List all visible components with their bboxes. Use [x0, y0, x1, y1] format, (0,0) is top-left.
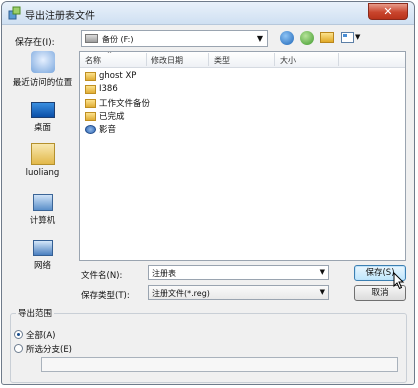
- place-label: 桌面: [33, 123, 51, 133]
- place-label: 最近访问的位置: [12, 78, 73, 88]
- place-label: luoliang: [25, 168, 60, 178]
- recent-places-icon: [30, 51, 55, 73]
- media-folder-icon: [85, 124, 96, 134]
- save-in-label: 保存在(I):: [15, 38, 55, 48]
- list-item[interactable]: 影音: [85, 123, 116, 135]
- filetype-select[interactable]: 注册文件(*.reg) ▼: [148, 285, 329, 300]
- chevron-down-icon[interactable]: ▼: [320, 268, 325, 276]
- export-range-title: 导出范围: [16, 307, 55, 319]
- item-name: 影音: [99, 125, 117, 135]
- location-value: 备份 (F:): [102, 35, 134, 44]
- sort-caret-icon: ^: [107, 51, 113, 58]
- chevron-down-icon: ▼: [256, 34, 263, 43]
- column-divider[interactable]: [146, 53, 147, 66]
- column-type[interactable]: 类型: [214, 55, 230, 66]
- column-divider[interactable]: [274, 53, 275, 66]
- list-item[interactable]: 已完成: [85, 110, 125, 122]
- filetype-value: 注册文件(*.reg): [152, 289, 210, 298]
- radio-all-label[interactable]: 全部(A): [26, 329, 55, 341]
- places-bar: 最近访问的位置 桌面 luoliang 计算机 网络: [11, 51, 74, 276]
- filename-value: 注册表: [152, 269, 176, 278]
- chevron-down-icon[interactable]: ▼: [355, 33, 360, 41]
- column-header: 名称 ^ 修改日期 类型 大小: [80, 52, 405, 68]
- computer-icon: [32, 194, 53, 211]
- desktop-icon: [30, 102, 55, 118]
- filename-input[interactable]: 注册表 ▼: [148, 265, 329, 280]
- location-dropdown[interactable]: 备份 (F:) ▼: [81, 30, 268, 47]
- item-name: I386: [99, 84, 118, 94]
- place-user[interactable]: luoliang: [11, 143, 74, 178]
- filename-label: 文件名(N):: [81, 271, 123, 281]
- column-size[interactable]: 大小: [280, 55, 296, 66]
- close-icon: ✕: [383, 5, 393, 18]
- column-divider[interactable]: [208, 53, 209, 66]
- mouse-pointer-icon: [393, 272, 405, 290]
- place-label: 网络: [33, 261, 51, 271]
- back-arrow-icon[interactable]: [280, 31, 294, 45]
- radio-selected-branch-label[interactable]: 所选分支(E): [26, 343, 72, 355]
- title-bar: 导出注册表文件 ✕: [2, 2, 414, 25]
- save-dialog: 导出注册表文件 ✕ 保存在(I): 备份 (F:) ▼ ▼ 最近访问的位置 桌面…: [1, 1, 415, 385]
- file-list[interactable]: 名称 ^ 修改日期 类型 大小 ghost XP I386 工作文件备份 已完成…: [79, 51, 406, 261]
- radio-selected-branch[interactable]: [14, 344, 23, 353]
- radio-all[interactable]: [14, 330, 23, 339]
- network-icon: [32, 240, 53, 256]
- list-item[interactable]: 工作文件备份: [85, 97, 150, 109]
- window-title: 导出注册表文件: [25, 11, 95, 22]
- item-name: 工作文件备份: [99, 99, 151, 109]
- place-network[interactable]: 网络: [11, 236, 74, 271]
- registry-icon: [8, 6, 21, 20]
- column-divider[interactable]: [338, 53, 339, 66]
- folder-icon: [85, 71, 96, 81]
- list-item[interactable]: ghost XP: [85, 71, 136, 83]
- user-folder-icon: [30, 143, 55, 165]
- view-menu-icon[interactable]: [341, 32, 354, 43]
- folder-icon: [85, 111, 96, 121]
- new-folder-icon[interactable]: [320, 32, 334, 43]
- column-modified[interactable]: 修改日期: [151, 55, 183, 66]
- item-name: ghost XP: [99, 71, 137, 81]
- place-recent[interactable]: 最近访问的位置: [11, 51, 74, 88]
- drive-icon: [85, 34, 98, 43]
- chevron-down-icon: ▼: [319, 288, 325, 296]
- column-name[interactable]: 名称: [85, 55, 101, 66]
- filetype-label: 保存类型(T):: [81, 291, 130, 301]
- place-label: 计算机: [29, 216, 56, 226]
- folder-icon: [85, 98, 96, 108]
- close-button[interactable]: ✕: [368, 3, 408, 20]
- place-desktop[interactable]: 桌面: [11, 98, 74, 133]
- branch-path-input[interactable]: [41, 357, 398, 372]
- list-item[interactable]: I386: [85, 84, 118, 96]
- item-name: 已完成: [99, 112, 125, 122]
- nav-toolbar: ▼: [280, 30, 400, 47]
- up-folder-icon[interactable]: [300, 31, 314, 45]
- folder-icon: [85, 84, 96, 94]
- place-computer[interactable]: 计算机: [11, 191, 74, 226]
